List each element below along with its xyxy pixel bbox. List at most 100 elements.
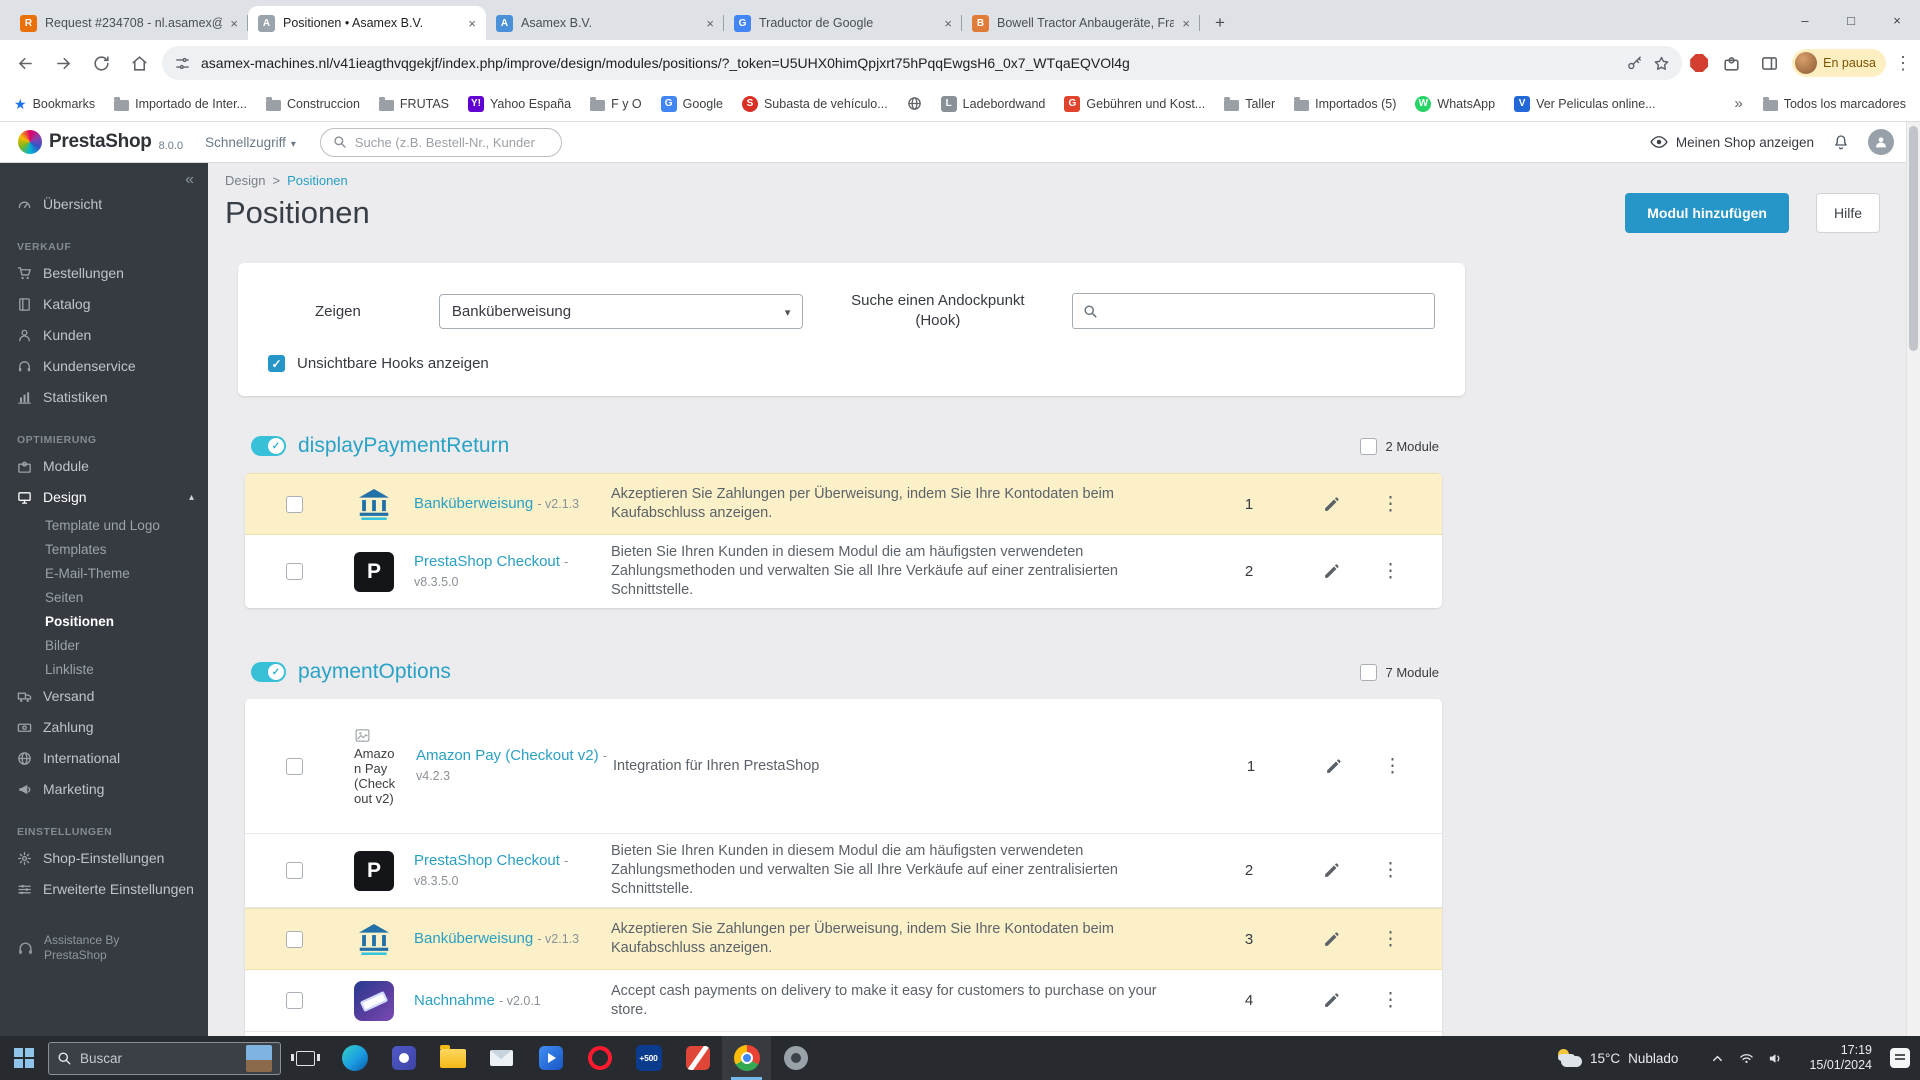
adblock-extension-icon[interactable] (1690, 54, 1709, 72)
bookmark-ladebordwand[interactable]: L Ladebordwand (940, 95, 1045, 112)
password-key-icon[interactable] (1626, 55, 1643, 72)
bookmark-construccion[interactable]: Construccion (265, 96, 360, 111)
sidebar-item-bersicht[interactable]: Übersicht (0, 189, 208, 220)
view-shop-link[interactable]: Meinen Shop anzeigen (1650, 133, 1814, 151)
sidebar-item-zahlung[interactable]: Zahlung (0, 712, 208, 743)
hook-search-input[interactable] (1107, 303, 1434, 319)
module-menu-button[interactable]: ⋮ (1383, 755, 1402, 778)
edit-module-button[interactable] (1321, 931, 1341, 948)
plus500-icon[interactable]: +500 (624, 1036, 673, 1080)
bookmark-star-icon[interactable] (1653, 55, 1670, 72)
sidebar-item-statistiken[interactable]: Statistiken (0, 382, 208, 413)
module-checkbox[interactable] (286, 495, 303, 513)
bookmark-importados-5[interactable]: Importados (5) (1294, 96, 1396, 111)
module-checkbox[interactable] (286, 862, 303, 879)
camera-app-icon[interactable] (771, 1036, 820, 1080)
all-bookmarks-button[interactable]: Todos los marcadores (1762, 96, 1906, 111)
add-module-button[interactable]: Modul hinzufügen (1625, 193, 1789, 233)
app-blue-icon[interactable] (379, 1036, 428, 1080)
sidebar-subitem-seiten[interactable]: Seiten (0, 585, 208, 609)
bookmark-whatsapp[interactable]: W WhatsApp (1415, 95, 1495, 112)
url-bar[interactable]: asamex-machines.nl/v41ieagthvqgekjf/inde… (162, 46, 1683, 80)
side-panel-icon[interactable] (1754, 48, 1784, 78)
tab-close-icon[interactable]: × (1182, 16, 1190, 31)
bookmarks-overflow-chevron[interactable]: » (1734, 95, 1742, 112)
module-menu-button[interactable]: ⋮ (1381, 560, 1400, 583)
tab-close-icon[interactable]: × (230, 16, 238, 31)
back-button[interactable] (10, 48, 40, 78)
sidebar-collapse-button[interactable]: « (185, 171, 194, 189)
new-tab-button[interactable]: + (1206, 9, 1234, 37)
module-menu-button[interactable]: ⋮ (1381, 859, 1400, 882)
sidebar-item-module[interactable]: Module (0, 451, 208, 482)
opera-icon[interactable] (575, 1036, 624, 1080)
module-checkbox[interactable] (286, 930, 303, 948)
admin-search[interactable] (319, 127, 562, 157)
site-info-icon[interactable] (174, 55, 191, 72)
reload-button[interactable] (86, 48, 116, 78)
maximize-button[interactable]: □ (1828, 0, 1874, 40)
file-explorer-icon[interactable] (428, 1036, 477, 1080)
tray-widget-icon[interactable] (1890, 1048, 1910, 1068)
bookmark-f-y-o[interactable]: F y O (590, 96, 642, 111)
close-button[interactable]: × (1874, 0, 1920, 40)
browser-menu-button[interactable]: ⋮ (1894, 53, 1912, 74)
hook-select-all-checkbox[interactable] (1359, 437, 1377, 455)
hook-select-all-checkbox[interactable] (1359, 663, 1377, 681)
edit-module-button[interactable] (1321, 496, 1341, 513)
sidebar-subitem-templates[interactable]: Templates (0, 537, 208, 561)
notifications-bell-icon[interactable] (1832, 133, 1850, 151)
bookmark-subasta-de-veh-culo[interactable]: S Subasta de vehículo... (741, 95, 888, 112)
taskbar-search-input[interactable] (80, 1050, 238, 1066)
module-name-link[interactable]: Amazon Pay (Checkout v2) (416, 747, 599, 764)
breadcrumb-positionen[interactable]: Positionen (287, 173, 348, 188)
media-app-icon[interactable] (526, 1036, 575, 1080)
browser-tab[interactable]: A Positionen • Asamex B.V. × (248, 6, 486, 40)
sidebar-item-bestellungen[interactable]: Bestellungen (0, 258, 208, 289)
help-button[interactable]: Hilfe (1815, 193, 1880, 233)
start-button[interactable] (0, 1036, 48, 1080)
chevron-up-icon[interactable] (1710, 1051, 1725, 1066)
bookmark-bookmarks[interactable]: ★ Bookmarks (14, 97, 95, 111)
page-scrollbar[interactable] (1906, 122, 1920, 1036)
task-view-icon[interactable] (281, 1036, 330, 1080)
quick-access-dropdown[interactable]: Schnellzugriff (205, 135, 296, 150)
bookmark-yahoo-espa-a[interactable]: Y! Yahoo España (468, 95, 571, 112)
browser-tab[interactable]: B Bowell Tractor Anbaugeräte, Fra × (962, 6, 1200, 40)
hook-enabled-toggle[interactable] (251, 436, 286, 456)
module-checkbox[interactable] (286, 992, 303, 1009)
browser-tab[interactable]: G Traductor de Google × (724, 6, 962, 40)
paint-app-icon[interactable] (673, 1036, 722, 1080)
sidebar-item-marketing[interactable]: Marketing (0, 774, 208, 805)
module-menu-button[interactable]: ⋮ (1381, 493, 1400, 516)
tab-close-icon[interactable]: × (944, 16, 952, 31)
module-checkbox[interactable] (286, 563, 303, 580)
prestashop-logo[interactable]: PrestaShop 8.0.0 (18, 130, 183, 154)
bookmark-google[interactable]: G Google (660, 95, 723, 112)
edit-module-button[interactable] (1323, 758, 1343, 775)
sidebar-item-versand[interactable]: Versand (0, 681, 208, 712)
sidebar-item-shop-einstellungen[interactable]: Shop-Einstellungen (0, 843, 208, 874)
module-name-link[interactable]: Banküberweisung (414, 495, 533, 512)
module-menu-button[interactable]: ⋮ (1381, 989, 1400, 1012)
bookmark-frutas[interactable]: FRUTAS (378, 96, 449, 111)
show-module-select[interactable]: Banküberweisung (438, 293, 804, 329)
invisible-hooks-checkbox[interactable] (268, 355, 285, 372)
sidebar-item-erweiterte-einstellungen[interactable]: Erweiterte Einstellungen (0, 874, 208, 905)
sidebar-subitem-positionen[interactable]: Positionen (0, 609, 208, 633)
sidebar-subitem-linkliste[interactable]: Linkliste (0, 657, 208, 681)
user-avatar[interactable] (1868, 129, 1894, 155)
bookmark-geb-hren-und-kost[interactable]: G Gebühren und Kost... (1064, 95, 1205, 112)
sidebar-item-international[interactable]: International (0, 743, 208, 774)
browser-tab[interactable]: A Asamex B.V. × (486, 6, 724, 40)
module-name-link[interactable]: Nachnahme (414, 992, 495, 1009)
mail-app-icon[interactable] (477, 1036, 526, 1080)
sidebar-subitem-template-und-logo[interactable]: Template und Logo (0, 513, 208, 537)
forward-button[interactable] (48, 48, 78, 78)
chrome-icon[interactable] (722, 1036, 771, 1080)
module-checkbox[interactable] (286, 757, 303, 775)
bookmark-item[interactable] (907, 96, 922, 111)
extensions-puzzle-icon[interactable] (1716, 48, 1746, 78)
sidebar-item-design[interactable]: Design ▴ (0, 482, 208, 513)
home-button[interactable] (124, 48, 154, 78)
